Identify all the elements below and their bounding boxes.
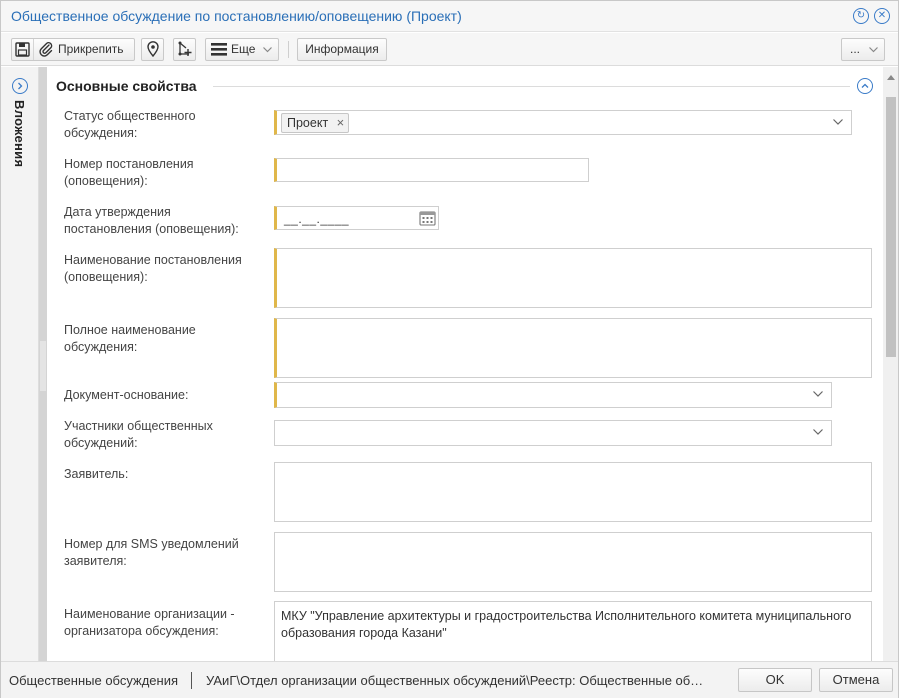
base-document-select[interactable] xyxy=(274,382,832,408)
scroll-up-arrow-icon[interactable] xyxy=(887,75,895,80)
pin-window-icon[interactable]: ↻ xyxy=(853,8,869,24)
applicant-textarea[interactable] xyxy=(274,462,872,522)
status-tag: Проект × xyxy=(281,113,350,133)
more-label: Еще xyxy=(231,42,256,56)
status-separator xyxy=(191,672,192,689)
overflow-menu-button[interactable]: ... xyxy=(841,38,885,61)
attachments-side-panel[interactable]: Вложения xyxy=(1,67,39,661)
date-mask-text: __.__.____ xyxy=(284,212,350,226)
window-title: Общественное обсуждение по постановлению… xyxy=(11,8,462,24)
title-bar: Общественное обсуждение по постановлению… xyxy=(1,1,898,32)
status-tag-text: Проект xyxy=(287,116,329,130)
participants-label: Участники общественных обсуждений: xyxy=(64,419,213,450)
attachments-panel-label[interactable]: Вложения xyxy=(12,100,27,167)
draw-shape-button[interactable] xyxy=(173,38,196,61)
vertical-scrollbar[interactable] xyxy=(883,67,898,661)
expand-panel-icon[interactable] xyxy=(12,78,28,94)
applicant-label: Заявитель: xyxy=(64,467,129,481)
attach-button[interactable]: Прикрепить xyxy=(35,39,135,60)
form-content: Основные свойства Статус общественного о… xyxy=(47,67,883,661)
resolution-name-textarea[interactable] xyxy=(274,248,872,308)
map-pin-icon xyxy=(147,41,159,57)
full-name-textarea[interactable] xyxy=(274,318,872,378)
organizer-textarea[interactable]: МКУ "Управление архитектуры и градострои… xyxy=(274,601,872,661)
resolution-name-label: Наименование постановления (оповещения): xyxy=(64,253,242,284)
scrollbar-thumb[interactable] xyxy=(886,97,896,357)
splitter-grip[interactable] xyxy=(40,341,46,391)
ok-button[interactable]: OK xyxy=(738,668,812,692)
status-select[interactable]: Проект × xyxy=(274,110,852,135)
resolution-number-input[interactable] xyxy=(274,158,589,182)
toolbar: Прикрепить Еще Информация ... xyxy=(1,33,898,66)
remove-tag-icon[interactable]: × xyxy=(337,114,345,132)
organizer-label: Наименование организации - организатора … xyxy=(64,607,235,638)
chevron-down-icon[interactable] xyxy=(813,429,823,436)
approval-date-label: Дата утверждения постановления (оповещен… xyxy=(64,205,239,236)
paperclip-icon xyxy=(39,42,53,57)
status-bar: Общественные обсуждения УАиГ\Отдел орган… xyxy=(1,661,898,698)
polygon-edit-icon xyxy=(178,41,192,56)
cancel-button[interactable]: Отмена xyxy=(819,668,893,692)
resolution-number-label: Номер постановления (оповещения): xyxy=(64,157,194,188)
module-name: Общественные обсуждения xyxy=(9,673,178,688)
chevron-down-icon xyxy=(263,47,272,53)
calendar-icon[interactable] xyxy=(419,210,436,226)
overflow-label: ... xyxy=(850,42,861,56)
info-button[interactable]: Информация xyxy=(297,38,387,61)
sms-number-textarea[interactable] xyxy=(274,532,872,592)
save-button[interactable] xyxy=(12,39,34,60)
floppy-icon xyxy=(15,42,30,57)
registry-path: УАиГ\Отдел организации общественных обсу… xyxy=(206,673,708,688)
attach-label: Прикрепить xyxy=(58,42,124,56)
approval-date-input[interactable]: __.__.____ xyxy=(274,206,439,230)
chevron-down-icon xyxy=(869,47,878,53)
chevron-down-icon[interactable] xyxy=(813,391,823,398)
participants-select[interactable] xyxy=(274,420,832,446)
location-button[interactable] xyxy=(141,38,164,61)
collapse-section-icon[interactable] xyxy=(857,78,873,94)
more-menu-button[interactable]: Еще xyxy=(205,38,279,61)
section-divider xyxy=(213,86,850,87)
sms-number-label: Номер для SMS уведомлений заявителя: xyxy=(64,537,239,568)
organizer-value: МКУ "Управление архитектуры и градострои… xyxy=(281,609,852,640)
dialog-window: Общественное обсуждение по постановлению… xyxy=(0,0,899,698)
section-title: Основные свойства xyxy=(56,78,197,94)
toolbar-separator xyxy=(288,41,289,58)
close-icon[interactable]: ✕ xyxy=(874,8,890,24)
chevron-down-icon[interactable] xyxy=(833,118,843,126)
base-document-label: Документ-основание: xyxy=(64,388,189,402)
hamburger-icon xyxy=(211,43,227,56)
status-label: Статус общественного обсуждения: xyxy=(64,109,196,140)
save-attach-group: Прикрепить xyxy=(11,38,135,61)
full-name-label: Полное наименование обсуждения: xyxy=(64,323,196,354)
